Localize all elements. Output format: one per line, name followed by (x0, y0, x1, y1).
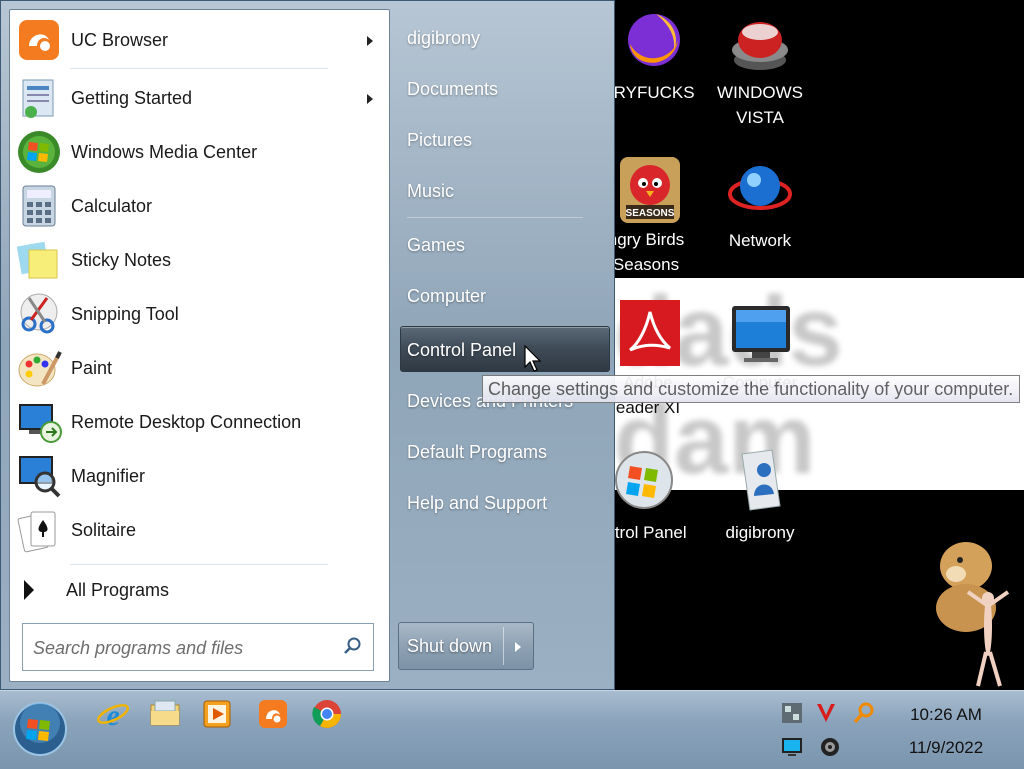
program-magnifier[interactable]: Magnifier (12, 450, 387, 502)
control-panel-icon (612, 448, 676, 512)
program-label: Magnifier (71, 465, 146, 486)
firefox-icon (616, 10, 680, 74)
program-label: UC Browser (71, 29, 169, 50)
separator (70, 564, 328, 565)
tooltip: Change settings and customize the functi… (482, 375, 1020, 403)
start-menu-programs-pane: UC Browser Getting Started Windows Media… (9, 9, 390, 682)
program-label: Windows Media Center (71, 141, 258, 162)
mouse-cursor-icon (524, 345, 542, 372)
place-control-panel[interactable]: Control Panel (407, 340, 516, 361)
internet-explorer-icon[interactable]: e (96, 697, 130, 731)
place-documents[interactable]: Documents (407, 79, 498, 100)
program-label: Paint (71, 357, 113, 378)
remote-desktop-icon (15, 398, 63, 446)
program-label: Snipping Tool (71, 303, 179, 324)
svg-text:SEASONS: SEASONS (626, 208, 675, 219)
start-button-orb-icon[interactable] (12, 701, 68, 757)
submenu-arrow-icon[interactable] (367, 36, 373, 46)
desktop-icon-label: Network (728, 231, 792, 250)
shutdown-button[interactable]: Shut down (398, 622, 534, 670)
place-user-folder[interactable]: digibrony (407, 28, 480, 49)
adobe-reader-icon (618, 300, 682, 366)
program-label: Getting Started (71, 87, 193, 108)
user-folder-icon (728, 448, 792, 512)
program-sticky-notes[interactable]: Sticky Notes (12, 234, 387, 286)
program-paint[interactable]: Paint (12, 342, 387, 394)
place-games[interactable]: Games (407, 235, 465, 256)
desktop-icon-label: VISTA (736, 108, 784, 127)
media-player-icon[interactable] (200, 697, 234, 731)
shutdown-label: Shut down (407, 636, 493, 656)
chrome-icon[interactable] (310, 697, 344, 731)
start-menu-places-pane: digibrony Documents Pictures Music Games… (393, 1, 615, 691)
place-default-programs[interactable]: Default Programs (407, 442, 547, 463)
program-calculator[interactable]: Calculator (12, 180, 387, 232)
magnifier-icon[interactable] (852, 701, 876, 725)
windows-media-center-icon (15, 128, 63, 176)
display-icon[interactable] (780, 735, 804, 759)
desktop-icon-user-folder[interactable]: digibrony (710, 448, 810, 545)
search-icon[interactable] (343, 636, 363, 656)
all-programs-button[interactable]: All Programs (20, 572, 169, 608)
start-menu: UC Browser Getting Started Windows Media… (0, 0, 615, 690)
program-snipping-tool[interactable]: Snipping Tool (12, 288, 387, 340)
magnifier-icon (15, 452, 63, 500)
program-remote-desktop[interactable]: Remote Desktop Connection (12, 396, 387, 448)
computer-icon (728, 300, 792, 364)
place-help-support[interactable]: Help and Support (407, 493, 547, 514)
program-label: Calculator (71, 195, 153, 216)
desktop-icon-windows-vista[interactable]: WINDOWS VISTA (710, 10, 810, 130)
place-music[interactable]: Music (407, 181, 454, 202)
svg-text:e: e (106, 699, 119, 731)
speaker-icon[interactable] (818, 735, 842, 759)
desktop-icon-label: WINDOWS (717, 83, 803, 102)
place-computer[interactable]: Computer (407, 286, 486, 307)
program-label: Remote Desktop Connection (71, 411, 302, 432)
shutdown-options-arrow-icon[interactable] (515, 642, 521, 652)
program-uc-browser[interactable]: UC Browser (12, 14, 387, 66)
separator (407, 217, 583, 218)
desktop-icon-label: digibrony (725, 523, 795, 542)
clock-date[interactable]: 11/9/2022 (896, 738, 996, 758)
network-app-icon[interactable] (780, 701, 804, 725)
program-getting-started[interactable]: Getting Started (12, 72, 387, 124)
separator (503, 627, 504, 665)
program-windows-media-center[interactable]: Windows Media Center (12, 126, 387, 178)
desktop-icon-network[interactable]: Network (710, 158, 810, 253)
search-input[interactable] (24, 625, 345, 671)
all-programs-label: All Programs (66, 579, 170, 600)
vista-orb-icon (728, 10, 792, 74)
separator (70, 68, 328, 69)
solitaire-icon (15, 506, 63, 554)
program-label: Sticky Notes (71, 249, 172, 270)
place-pictures[interactable]: Pictures (407, 130, 472, 151)
paint-icon (15, 344, 63, 392)
uc-browser-icon (15, 16, 63, 64)
network-globe-icon (728, 158, 792, 222)
uc-browser-icon[interactable] (256, 697, 290, 731)
vivaldi-icon[interactable] (814, 701, 838, 725)
taskbar: e 10:26 AM 11/9/2022 (0, 690, 1024, 769)
file-explorer-icon[interactable] (148, 697, 182, 731)
search-box[interactable] (22, 623, 374, 671)
submenu-arrow-icon[interactable] (367, 94, 373, 104)
angry-birds-icon: SEASONS (618, 155, 682, 223)
snipping-tool-icon (15, 290, 63, 338)
program-solitaire[interactable]: Solitaire (12, 504, 387, 556)
program-label: Solitaire (71, 519, 137, 540)
sticky-notes-icon (15, 236, 63, 284)
calculator-icon (15, 182, 63, 230)
clock-time[interactable]: 10:26 AM (896, 705, 996, 725)
all-programs-arrow-icon (24, 580, 34, 600)
desktop-mascot-image (922, 526, 1022, 690)
getting-started-icon (15, 74, 63, 122)
